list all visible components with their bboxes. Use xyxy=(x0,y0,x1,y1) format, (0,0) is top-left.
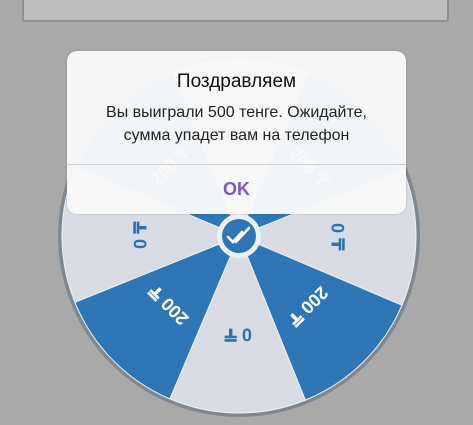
alert-message-line-2: сумма упадет вам на телефон xyxy=(123,127,350,144)
congratulations-alert: Поздравляем Вы выиграли 500 тенге. Ожида… xyxy=(67,51,406,214)
alert-title: Поздравляем xyxy=(176,71,297,92)
wheel-segment-label: 0 ₸ xyxy=(130,221,150,249)
wheel-segment-label: 0 ₸ xyxy=(327,223,347,251)
ok-button[interactable]: OK xyxy=(67,165,406,214)
alert-message: Вы выиграли 500 тенге. Ожидайте, сумма у… xyxy=(79,101,394,147)
wheel-segment-label: 0 ₸ xyxy=(224,324,252,344)
alert-message-line-1: Вы выиграли 500 тенге. Ожидайте, xyxy=(106,104,367,121)
